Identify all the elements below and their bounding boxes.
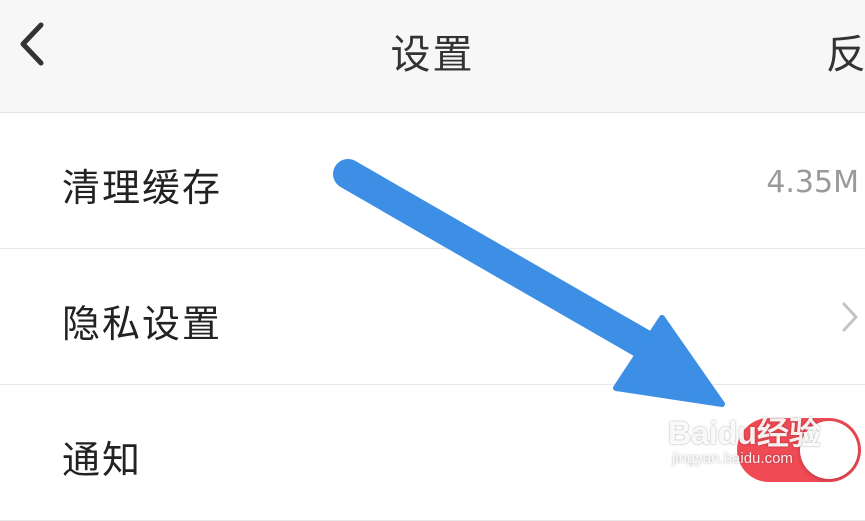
settings-item-label: 通知 bbox=[62, 438, 143, 482]
feedback-button[interactable]: 反 bbox=[826, 22, 865, 80]
toggle-knob bbox=[800, 421, 858, 479]
page-title: 设置 bbox=[390, 32, 475, 78]
settings-item-notifications[interactable]: 通知 bbox=[0, 385, 865, 521]
settings-item-privacy[interactable]: 隐私设置 bbox=[0, 249, 865, 385]
cache-size-value: 4.35M bbox=[766, 165, 859, 200]
settings-item-label: 隐私设置 bbox=[62, 302, 223, 346]
notifications-toggle[interactable] bbox=[737, 418, 861, 482]
settings-list: 清理缓存 4.35M 隐私设置 通知 bbox=[0, 113, 865, 521]
chevron-right-icon bbox=[842, 302, 858, 332]
navigation-bar: 设置 反 bbox=[0, 0, 865, 113]
settings-item-label: 清理缓存 bbox=[62, 166, 223, 210]
settings-item-clear-cache[interactable]: 清理缓存 4.35M bbox=[0, 113, 865, 249]
